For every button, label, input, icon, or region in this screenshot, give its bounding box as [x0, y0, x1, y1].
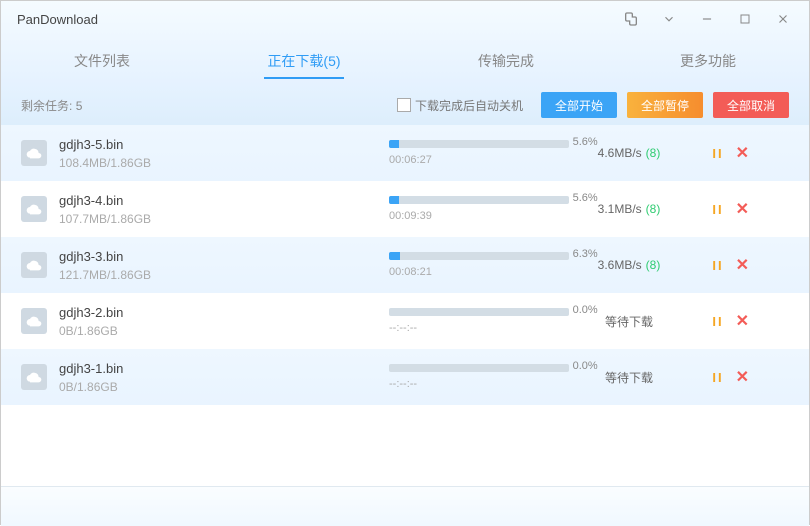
- progress-bar: 6.3%: [389, 252, 569, 260]
- file-size: 107.7MB/1.86GB: [59, 212, 389, 226]
- progress-bar: 0.0%: [389, 364, 569, 372]
- tab-more[interactable]: 更多功能: [607, 37, 809, 85]
- row-actions: II ✕: [689, 311, 749, 331]
- progress-time: 00:06:27: [389, 154, 569, 166]
- file-name: gdjh3-2.bin: [59, 305, 389, 320]
- tab-file-list[interactable]: 文件列表: [1, 37, 203, 85]
- pause-icon[interactable]: II: [712, 370, 723, 385]
- download-row[interactable]: gdjh3-2.bin0B/1.86GB0.0%--:--:--等待下载II✕: [1, 293, 809, 349]
- cancel-icon[interactable]: ✕: [736, 199, 749, 219]
- file-size: 0B/1.86GB: [59, 380, 389, 394]
- download-row[interactable]: gdjh3-5.bin108.4MB/1.86GB5.6%00:06:274.6…: [1, 125, 809, 181]
- progress-col: 6.3% 00:08:21: [389, 252, 569, 278]
- progress-time: --:--:--: [389, 378, 569, 390]
- file-info: gdjh3-2.bin 0B/1.86GB: [59, 305, 389, 338]
- shutdown-label: 下载完成后自动关机: [415, 97, 523, 114]
- progress-time: 00:09:39: [389, 210, 569, 222]
- file-info: gdjh3-3.bin 121.7MB/1.86GB: [59, 249, 389, 282]
- pause-icon[interactable]: II: [712, 146, 723, 161]
- toolbar: 剩余任务: 5 下载完成后自动关机 全部开始 全部暂停 全部取消: [1, 85, 809, 125]
- speed: 3.6MB/s(8): [569, 258, 689, 272]
- progress-col: 0.0% --:--:--: [389, 308, 569, 334]
- theme-icon[interactable]: [613, 5, 649, 33]
- cancel-icon[interactable]: ✕: [736, 311, 749, 331]
- tab-completed[interactable]: 传输完成: [405, 37, 607, 85]
- download-row[interactable]: gdjh3-4.bin107.7MB/1.86GB5.6%00:09:393.1…: [1, 181, 809, 237]
- cancel-all-button[interactable]: 全部取消: [713, 92, 789, 118]
- titlebar: PanDownload: [1, 1, 809, 37]
- pause-icon[interactable]: II: [712, 258, 723, 273]
- progress-bar: 5.6%: [389, 196, 569, 204]
- cancel-icon[interactable]: ✕: [736, 143, 749, 163]
- progress-time: 00:08:21: [389, 266, 569, 278]
- minimize-icon[interactable]: [689, 5, 725, 33]
- progress-bar: 0.0%: [389, 308, 569, 316]
- file-size: 121.7MB/1.86GB: [59, 268, 389, 282]
- shutdown-checkbox[interactable]: [397, 98, 411, 112]
- pause-all-button[interactable]: 全部暂停: [627, 92, 703, 118]
- maximize-icon[interactable]: [727, 5, 763, 33]
- progress-percent: 0.0%: [573, 304, 598, 316]
- file-icon: [21, 140, 47, 166]
- file-name: gdjh3-1.bin: [59, 361, 389, 376]
- progress-col: 5.6% 00:09:39: [389, 196, 569, 222]
- download-row[interactable]: gdjh3-1.bin0B/1.86GB0.0%--:--:--等待下载II✕: [1, 349, 809, 405]
- pause-icon[interactable]: II: [712, 202, 723, 217]
- file-size: 108.4MB/1.86GB: [59, 156, 389, 170]
- file-name: gdjh3-4.bin: [59, 193, 389, 208]
- file-info: gdjh3-5.bin 108.4MB/1.86GB: [59, 137, 389, 170]
- speed: 4.6MB/s(8): [569, 146, 689, 160]
- speed: 3.1MB/s(8): [569, 202, 689, 216]
- progress-bar: 5.6%: [389, 140, 569, 148]
- progress-percent: 5.6%: [573, 192, 598, 204]
- file-icon: [21, 308, 47, 334]
- file-icon: [21, 364, 47, 390]
- row-actions: II ✕: [689, 143, 749, 163]
- file-info: gdjh3-4.bin 107.7MB/1.86GB: [59, 193, 389, 226]
- progress-percent: 6.3%: [573, 248, 598, 260]
- row-actions: II ✕: [689, 255, 749, 275]
- progress-col: 0.0% --:--:--: [389, 364, 569, 390]
- file-name: gdjh3-3.bin: [59, 249, 389, 264]
- cancel-icon[interactable]: ✕: [736, 367, 749, 387]
- remaining-tasks: 剩余任务: 5: [21, 97, 387, 114]
- file-icon: [21, 252, 47, 278]
- start-all-button[interactable]: 全部开始: [541, 92, 617, 118]
- tabs: 文件列表 正在下载(5) 传输完成 更多功能: [1, 37, 809, 85]
- row-actions: II ✕: [689, 199, 749, 219]
- shutdown-checkbox-wrap[interactable]: 下载完成后自动关机: [397, 97, 523, 114]
- download-list: gdjh3-5.bin108.4MB/1.86GB5.6%00:06:274.6…: [1, 125, 809, 486]
- progress-time: --:--:--: [389, 322, 569, 334]
- pause-icon[interactable]: II: [712, 314, 723, 329]
- progress-percent: 0.0%: [573, 360, 598, 372]
- progress-col: 5.6% 00:06:27: [389, 140, 569, 166]
- row-actions: II ✕: [689, 367, 749, 387]
- cancel-icon[interactable]: ✕: [736, 255, 749, 275]
- dropdown-icon[interactable]: [651, 5, 687, 33]
- titlebar-controls: [613, 5, 801, 33]
- footer: [1, 486, 809, 526]
- file-name: gdjh3-5.bin: [59, 137, 389, 152]
- progress-percent: 5.6%: [573, 136, 598, 148]
- file-info: gdjh3-1.bin 0B/1.86GB: [59, 361, 389, 394]
- download-row[interactable]: gdjh3-3.bin121.7MB/1.86GB6.3%00:08:213.6…: [1, 237, 809, 293]
- tab-downloading[interactable]: 正在下载(5): [203, 37, 405, 85]
- close-icon[interactable]: [765, 5, 801, 33]
- app-title: PanDownload: [17, 12, 613, 27]
- file-icon: [21, 196, 47, 222]
- file-size: 0B/1.86GB: [59, 324, 389, 338]
